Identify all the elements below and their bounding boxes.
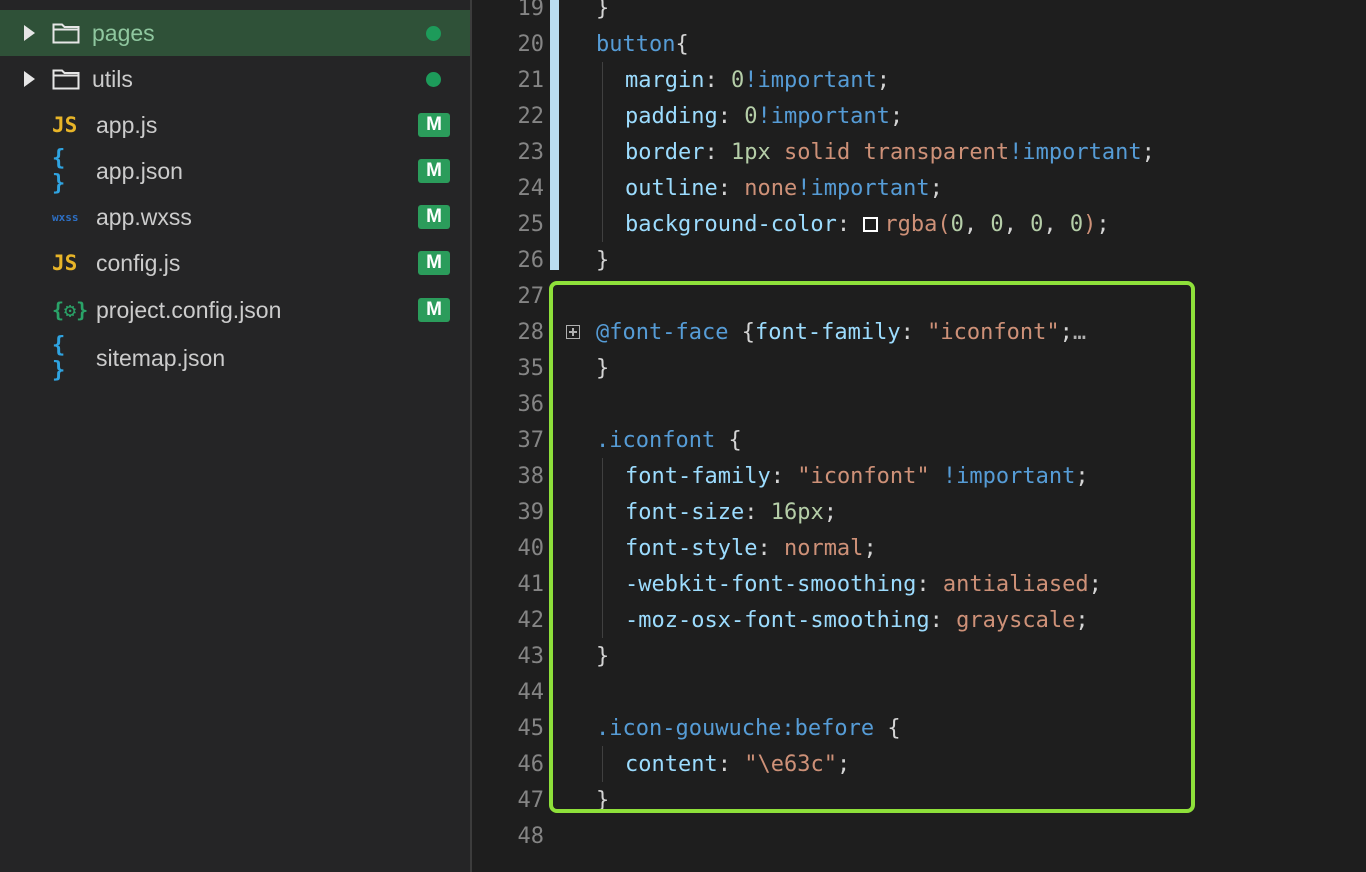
tree-item-label: project.config.json [96, 296, 282, 323]
line-number: 48 [517, 823, 545, 849]
code-line: 21 margin: 0!important; [472, 62, 1366, 98]
code-text: outline: none!important; [625, 175, 943, 201]
annotation-highlight-box [549, 281, 1195, 813]
tree-file-config-js[interactable]: JS config.js M [0, 240, 470, 286]
expand-arrow-icon[interactable] [24, 25, 35, 41]
indent-guide [602, 62, 603, 98]
expand-arrow-icon[interactable] [24, 71, 35, 87]
tree-folder-utils[interactable]: utils [0, 56, 470, 102]
line-number: 47 [517, 787, 545, 813]
git-status-dot [426, 25, 441, 41]
config-icon: {⚙} [52, 298, 89, 322]
tree-item-label: app.wxss [96, 203, 192, 230]
tree-item-label: app.js [96, 111, 158, 138]
indent-guide [602, 206, 603, 242]
code-line: 19 } [472, 0, 1366, 26]
tree-file-app-wxss[interactable]: wxss app.wxss M [0, 194, 470, 240]
line-number: 20 [517, 31, 545, 57]
line-number: 28 [517, 319, 545, 345]
tree-file-project-config-json[interactable]: {⚙} project.config.json M [0, 287, 470, 333]
indent-guide [602, 134, 603, 170]
js-icon: JS [52, 251, 78, 275]
modified-badge: M [418, 298, 450, 322]
file-explorer-sidebar: pages utils JS app.js M { } app.json M w… [0, 0, 470, 872]
git-status-dot [426, 71, 441, 87]
indent-guide [602, 170, 603, 206]
line-number: 27 [517, 283, 545, 309]
modified-badge: M [418, 251, 450, 275]
indent-guide [602, 98, 603, 134]
modified-badge: M [418, 113, 450, 137]
line-number: 21 [517, 67, 545, 93]
line-number: 45 [517, 715, 545, 741]
tree-item-label: sitemap.json [96, 344, 226, 371]
line-number: 26 [517, 247, 545, 273]
code-text: } [596, 0, 609, 21]
modified-badge: M [418, 159, 450, 183]
line-number: 23 [517, 139, 545, 165]
line-number: 43 [517, 643, 545, 669]
line-number: 22 [517, 103, 545, 129]
line-number: 38 [517, 463, 545, 489]
wxss-icon: wxss [52, 210, 79, 224]
line-number: 24 [517, 175, 545, 201]
line-number: 44 [517, 679, 545, 705]
line-number: 41 [517, 571, 545, 597]
code-line: 24 outline: none!important; [472, 170, 1366, 206]
color-swatch-icon[interactable] [863, 216, 879, 232]
code-line: 20 button{ [472, 26, 1366, 62]
json-icon: { } [52, 333, 68, 383]
tree-item-label: utils [92, 65, 133, 92]
code-line: 25 background-color: rgba(0, 0, 0, 0); [472, 206, 1366, 242]
code-text: padding: 0!important; [625, 103, 904, 129]
line-number: 42 [517, 607, 545, 633]
tree-item-label: pages [92, 19, 155, 46]
code-text: background-color: rgba(0, 0, 0, 0); [625, 211, 1110, 237]
line-number: 25 [517, 211, 545, 237]
code-line: 26 } [472, 242, 1366, 278]
line-number: 36 [517, 391, 545, 417]
code-text: } [596, 247, 610, 273]
json-icon: { } [52, 146, 68, 196]
js-icon: JS [52, 113, 78, 137]
code-text: margin: 0!important; [625, 67, 890, 93]
line-number: 39 [517, 499, 545, 525]
code-text: } [596, 0, 610, 21]
tree-file-app-json[interactable]: { } app.json M [0, 146, 470, 196]
tree-folder-pages[interactable]: pages [0, 10, 470, 56]
tree-item-label: app.json [96, 157, 183, 184]
line-number: 35 [517, 355, 545, 381]
folder-icon [52, 23, 80, 44]
code-text: button{ [596, 31, 689, 57]
code-line: 23 border: 1px solid transparent!importa… [472, 134, 1366, 170]
code-line: 22 padding: 0!important; [472, 98, 1366, 134]
code-line: 48 [472, 818, 1366, 854]
line-number: 19 [517, 0, 545, 21]
tree-item-label: config.js [96, 249, 181, 276]
line-number: 40 [517, 535, 545, 561]
line-number: 46 [517, 751, 545, 777]
modified-badge: M [418, 205, 450, 229]
code-text: border: 1px solid transparent!important; [625, 139, 1155, 165]
tree-file-app-js[interactable]: JS app.js M [0, 102, 470, 148]
folder-icon [52, 69, 80, 90]
tree-file-sitemap-json[interactable]: { } sitemap.json [0, 333, 470, 383]
line-number: 37 [517, 427, 545, 453]
